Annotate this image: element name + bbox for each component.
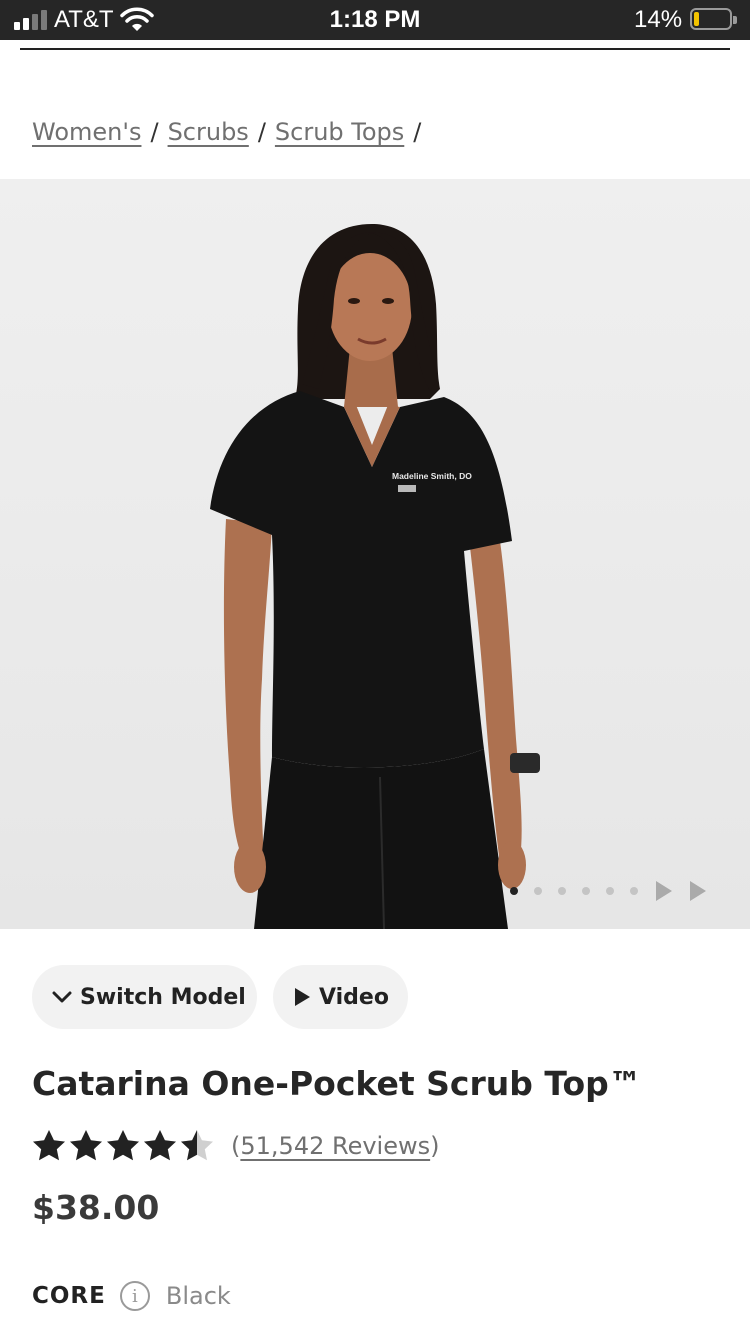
chevron-down-icon [52,990,72,1004]
battery-fill [694,12,699,26]
carousel-dot[interactable] [510,887,518,895]
product-title: Catarina One-Pocket Scrub Top™ [32,1064,642,1103]
video-label: Video [319,984,389,1010]
reviews-link[interactable]: (51,542 Reviews) [231,1132,440,1160]
star-icon [181,1130,213,1161]
battery-percent: 14% [634,6,683,33]
star-icon [70,1130,102,1161]
play-icon [293,987,311,1007]
color-selector-row: CORE i Black [32,1278,231,1314]
product-price: $38.00 [32,1188,160,1227]
carousel-dot[interactable] [534,887,542,895]
header-divider [20,48,730,50]
next-slide-icon[interactable] [690,881,706,901]
next-slide-icon[interactable] [656,881,672,901]
star-icon [144,1130,176,1161]
star-icon [33,1130,65,1161]
name-tag-embroidery: Madeline Smith, DO [392,471,472,481]
carousel-dot[interactable] [606,887,614,895]
star-icon [107,1130,139,1161]
carousel-dot[interactable] [630,887,638,895]
reviews-count: 51,542 Reviews [240,1132,431,1160]
product-image-gallery[interactable]: Madeline Smith, DO [0,179,750,929]
selected-color: Black [165,1282,231,1310]
breadcrumb-separator: / [150,118,159,146]
battery-icon [690,8,737,30]
switch-model-label: Switch Model [80,984,246,1010]
carousel-dot[interactable] [582,887,590,895]
breadcrumb-separator: / [413,118,422,146]
rating-stars [32,1129,217,1163]
breadcrumb-womens[interactable]: Women's [32,118,141,146]
product-rating: (51,542 Reviews) [32,1126,440,1166]
collection-label: CORE [32,1283,106,1309]
switch-model-button[interactable]: Switch Model [32,965,257,1029]
status-bar: AT&T 1:18 PM 14% [0,0,750,40]
info-icon[interactable]: i [119,1281,150,1311]
carousel-dot[interactable] [558,887,566,895]
breadcrumb: Women's / Scrubs / Scrub Tops / [32,118,430,146]
video-button[interactable]: Video [273,965,408,1029]
breadcrumb-scrubs[interactable]: Scrubs [168,118,249,146]
product-photo: Madeline Smith, DO [210,224,540,929]
breadcrumb-scrub-tops[interactable]: Scrub Tops [275,118,404,146]
breadcrumb-separator: / [257,118,266,146]
